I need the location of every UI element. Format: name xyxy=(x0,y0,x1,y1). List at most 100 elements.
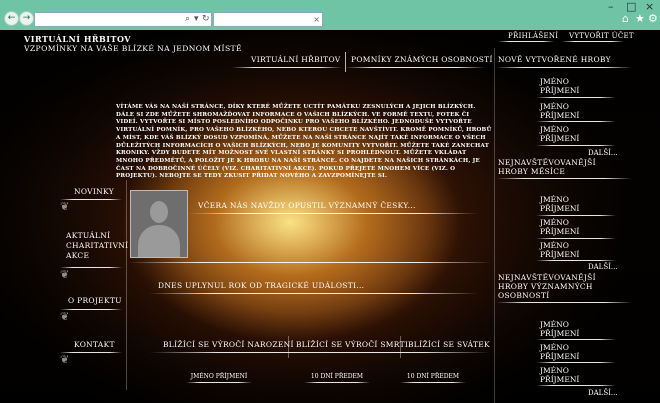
grave-name: Jméno xyxy=(540,218,569,227)
tab-virtual-cemetery[interactable]: Virtuální hřbitov xyxy=(251,55,341,64)
flourish-ornament: ❦ xyxy=(60,310,70,323)
grave-surname: Příjmení xyxy=(540,227,580,236)
name-day-filter[interactable]: 10 dní předem xyxy=(402,371,464,382)
address-bar[interactable]: ⌕ ▾ ↻ xyxy=(34,12,212,27)
home-icon[interactable]: ⌂ xyxy=(622,12,629,25)
divider xyxy=(496,178,632,179)
dropdown-icon[interactable]: ▾ xyxy=(194,13,199,26)
grave-surname: Příjmení xyxy=(540,375,580,384)
grave-name: Jméno xyxy=(540,366,569,375)
settings-icon[interactable]: ⚙ xyxy=(648,12,658,25)
list-item[interactable]: Jméno Příjmení xyxy=(540,102,579,120)
divider xyxy=(148,293,478,294)
create-account-link[interactable]: Vytvořit účet xyxy=(569,32,634,40)
divider xyxy=(536,260,616,261)
grave-surname: Příjmení xyxy=(540,86,580,95)
grave-name: Jméno xyxy=(540,77,569,86)
more-link[interactable]: Další... xyxy=(588,389,618,397)
list-item[interactable]: Jméno Příjmení xyxy=(540,218,579,236)
divider xyxy=(562,41,624,42)
menu-charity[interactable]: Aktuální charitativní akce xyxy=(66,231,128,261)
more-link[interactable]: Další... xyxy=(588,149,618,157)
divider xyxy=(400,336,401,358)
grave-name: Jméno xyxy=(540,343,569,352)
grave-surname: Příjmení xyxy=(540,134,580,143)
avatar[interactable] xyxy=(130,190,188,258)
divider xyxy=(496,302,632,303)
menu-contact[interactable]: Kontakt xyxy=(74,340,115,349)
menu-about[interactable]: O projektu xyxy=(68,296,122,305)
list-item[interactable]: Jméno Příjmení xyxy=(540,320,579,338)
news-item-2[interactable]: Dnes uplynul rok od tragické události... xyxy=(158,281,364,290)
divider xyxy=(345,67,485,68)
tab-famous-monuments[interactable]: Pomníky známých osobností xyxy=(351,55,493,64)
grave-name: Jméno xyxy=(540,195,569,204)
divider xyxy=(186,382,252,383)
list-item[interactable]: Jméno Příjmení xyxy=(540,241,579,259)
logo-title[interactable]: Virtuální hřbitov xyxy=(24,34,131,44)
menu-charity-line: charitativní xyxy=(66,241,129,250)
section-title-line: Nejnavštěvovanější xyxy=(498,273,596,282)
divider xyxy=(188,213,478,214)
section-title-line: hroby významných xyxy=(498,282,593,291)
death-anniversary-filter[interactable]: 10 dní předem xyxy=(306,371,368,382)
intro-text: Vítáme Vás na naší stránce, díky které m… xyxy=(116,104,492,180)
divider xyxy=(536,238,616,239)
list-item[interactable]: Jméno Příjmení xyxy=(540,77,579,95)
grave-surname: Příjmení xyxy=(540,329,580,338)
divider xyxy=(536,339,616,340)
grave-name: Jméno xyxy=(540,241,569,250)
grave-surname: Příjmení xyxy=(540,250,580,259)
divider xyxy=(60,267,122,268)
grave-name: Jméno xyxy=(540,102,569,111)
section-title-line: Nejnavštěvovanější xyxy=(498,158,596,167)
login-link[interactable]: Přihlášení xyxy=(508,32,558,40)
divider xyxy=(60,199,122,200)
avatar-body xyxy=(138,225,180,257)
close-tab-icon[interactable]: × xyxy=(313,13,320,26)
divider xyxy=(496,67,632,68)
grave-surname: Příjmení xyxy=(540,352,580,361)
grave-name: Jméno xyxy=(540,320,569,329)
divider xyxy=(150,352,490,353)
page-content: Virtuální hřbitov Vzpomínky na vaše blíz… xyxy=(0,30,660,403)
divider xyxy=(60,352,122,353)
new-graves-title: Nově vytvořené hroby xyxy=(498,55,611,64)
upcoming-death-anniversaries-title: Blížící se výročí smrti xyxy=(296,340,409,349)
divider xyxy=(498,41,554,42)
logo-subtitle: Vzpomínky na vaše blízké na jednom místě xyxy=(24,44,242,53)
flourish-ornament: ❦ xyxy=(60,268,70,281)
avatar-head xyxy=(150,201,168,223)
flourish-ornament: ❦ xyxy=(60,200,70,213)
menu-news[interactable]: Novinky xyxy=(74,187,114,196)
list-item[interactable]: Jméno Příjmení xyxy=(540,125,579,143)
grave-surname: Příjmení xyxy=(540,204,580,213)
divider xyxy=(304,382,370,383)
upcoming-name-days-title: Blížící se svátek xyxy=(408,340,490,349)
divider xyxy=(536,362,616,363)
divider xyxy=(60,309,122,310)
forward-icon[interactable]: → xyxy=(19,11,34,26)
birthday-entry[interactable]: Jméno Příjmení xyxy=(188,371,250,382)
flourish-ornament: ❦ xyxy=(60,353,70,366)
favorites-icon[interactable]: ★ xyxy=(635,12,645,25)
minimize-icon[interactable]: – xyxy=(608,0,614,13)
section-title-line: osobností xyxy=(498,291,550,300)
refresh-icon[interactable]: ↻ xyxy=(202,13,210,26)
list-item[interactable]: Jméno Příjmení xyxy=(540,366,579,384)
divider xyxy=(288,336,289,358)
divider xyxy=(400,382,466,383)
section-title-line: hroby měsíce xyxy=(498,167,566,176)
search-icon[interactable]: ⌕ xyxy=(185,13,190,26)
news-item-1[interactable]: Včera nás navždy opustil významný česky.… xyxy=(198,201,416,210)
back-icon[interactable]: ← xyxy=(4,11,19,26)
list-item[interactable]: Jméno Příjmení xyxy=(540,195,579,213)
divider xyxy=(128,262,492,263)
list-item[interactable]: Jméno Příjmení xyxy=(540,343,579,361)
browser-tab[interactable]: × xyxy=(213,12,323,27)
browser-toolbar: ← → ⌕ ▾ ↻ × – □ × ⌂ ★ ⚙ xyxy=(0,0,660,30)
divider xyxy=(126,180,127,390)
most-visited-famous-title: Nejnavštěvovanější hroby významných osob… xyxy=(498,273,596,300)
divider xyxy=(536,215,616,216)
more-link[interactable]: Další... xyxy=(588,263,618,271)
